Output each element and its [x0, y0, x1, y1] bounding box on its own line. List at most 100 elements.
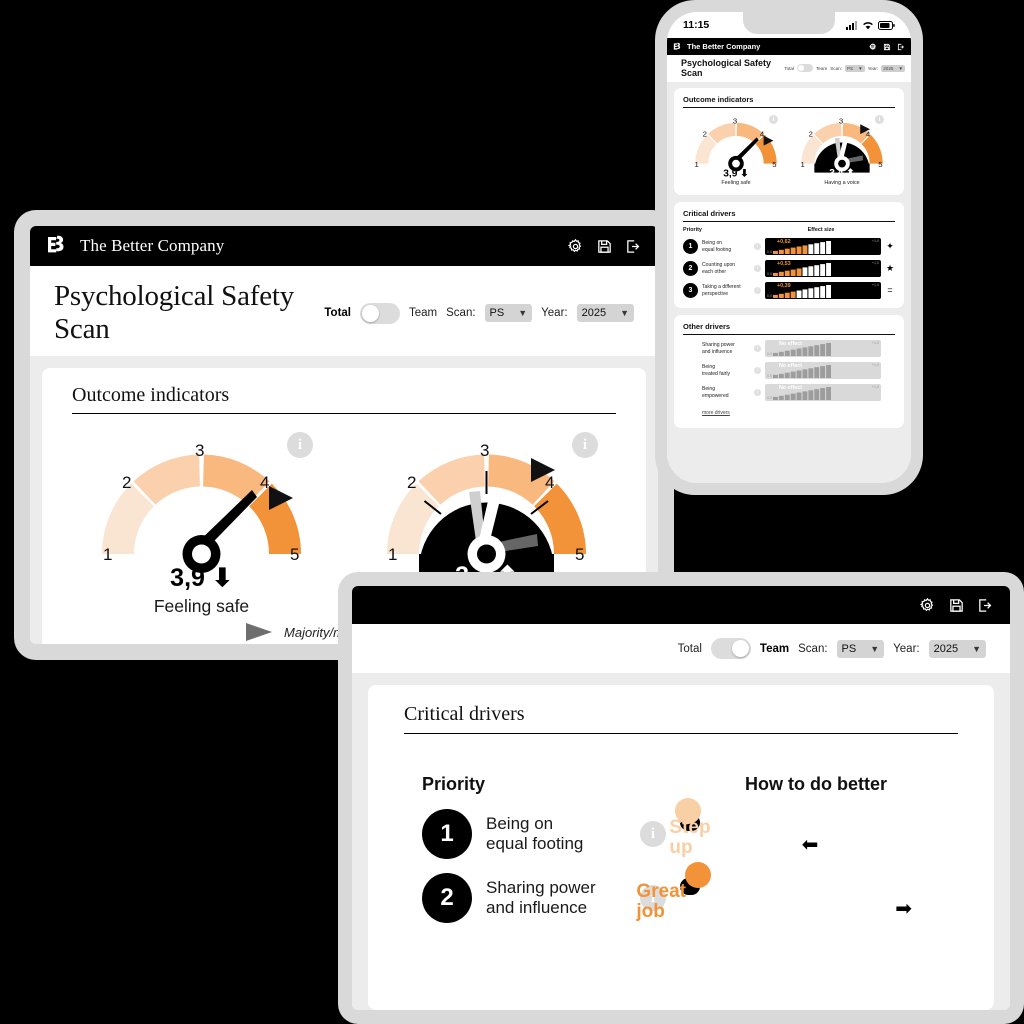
phone-other-row[interactable]: Being treated fairly i 0,0 +1,0 No effect: [683, 362, 895, 379]
critical-driver-row[interactable]: 2 Sharing power and influence i Great job ➡: [394, 861, 968, 923]
phone-other-row[interactable]: Being empowered i 0,0 +1,0 No effect: [683, 384, 895, 401]
wifi-icon: [863, 21, 873, 29]
effect-max-label: +1,0: [871, 385, 879, 389]
total-team-toggle[interactable]: [360, 302, 400, 324]
how-to-do-better-cell: Step up ⬅: [669, 797, 940, 858]
effect-min-label: 0,0: [767, 294, 772, 298]
logout-icon[interactable]: [977, 597, 994, 614]
step-marker: [662, 796, 714, 826]
brand-name: The Better Company: [80, 236, 225, 255]
phone-device-frame: 11:15 The Better Company Psychological S…: [655, 0, 923, 495]
driver-info-icon[interactable]: i: [754, 389, 761, 396]
phone-other-drivers-card: Other drivers Sharing power and influence…: [674, 315, 904, 428]
logout-icon[interactable]: [625, 238, 642, 255]
gauge-info-icon[interactable]: i: [875, 115, 884, 124]
phone-gauge-feeling-safe[interactable]: i 1 2 3 4 5 3,9 ⬇ Feeling safe: [692, 115, 780, 186]
status-indicators: [846, 20, 895, 30]
critical-drivers-card: Critical drivers Priority How to do bett…: [368, 685, 994, 1010]
gauge-info-icon[interactable]: i: [769, 115, 778, 124]
scan-select-value: PS: [841, 642, 857, 655]
phone-other-row[interactable]: Sharing power and influence i 0,0 +1,0 No eff…: [683, 340, 895, 357]
toggle-label-total: Total: [324, 307, 351, 319]
driver-info-icon[interactable]: i: [754, 243, 761, 250]
scan-select[interactable]: PS ▼: [836, 639, 885, 658]
arrow-left-icon: ⬅: [801, 833, 819, 856]
chevron-down-icon: ▼: [972, 643, 981, 654]
phone-topbar: The Better Company: [667, 38, 911, 55]
driver-label: Sharing power and influence: [486, 877, 596, 917]
phone-critical-row[interactable]: 2 Counting upon each other i 0,0 +1,0 +0,53 ★: [683, 260, 895, 277]
trend-symbol-icon: ★: [885, 263, 895, 273]
gauge-tick-5: 5: [290, 545, 299, 564]
effect-max-label: +1,0: [871, 363, 879, 367]
driver-label: Being on equal footing: [702, 239, 732, 253]
driver-label: Sharing power and influence: [702, 341, 735, 355]
gauge-info-icon[interactable]: i: [287, 432, 313, 458]
phone-other-rows: Sharing power and influence i 0,0 +1,0 No eff…: [683, 340, 895, 401]
effect-min-label: 0,0: [767, 250, 772, 254]
settings-gear-icon[interactable]: [869, 42, 877, 51]
svg-text:4: 4: [866, 130, 871, 139]
svg-text:3,9 ⬇: 3,9 ⬇: [723, 169, 749, 180]
phone-critical-row[interactable]: 3 Taking a different perspective i 0,0 +1,0 +0…: [683, 282, 895, 299]
total-team-toggle[interactable]: [796, 64, 813, 72]
chevron-down-icon: ▼: [898, 65, 903, 71]
gauge-feeling-safe[interactable]: i 1 2 3 4 5 3,9 ⬇ Feeling safe: [94, 432, 313, 617]
gauge-info-icon[interactable]: i: [572, 432, 598, 458]
scan-label: Scan:: [446, 307, 476, 319]
chevron-down-icon: ▼: [518, 308, 528, 318]
driver-info-icon[interactable]: i: [754, 287, 761, 294]
chevron-down-icon: ▼: [870, 643, 880, 654]
year-label: Year:: [867, 65, 879, 71]
year-select[interactable]: 2025 ▼: [928, 639, 986, 658]
phone-other-title: Other drivers: [683, 322, 895, 335]
svg-text:1: 1: [800, 160, 804, 169]
driver-info-icon[interactable]: i: [754, 265, 761, 272]
total-team-toggle[interactable]: [710, 638, 751, 659]
settings-gear-icon[interactable]: [567, 238, 584, 255]
tablet-driver-rows: 1 Being on equal footing i Step up ⬅ 2 Sharing …: [394, 797, 968, 923]
phone-critical-drivers-card: Critical drivers Priority Effect size 1B…: [674, 202, 904, 308]
critical-drivers-title: Critical drivers: [404, 703, 958, 734]
col-priority-label: Priority: [683, 227, 702, 233]
driver-info-icon[interactable]: i: [754, 367, 761, 374]
tablet-controls: Total Team Scan: PS ▼ Year: 2025 ▼: [678, 638, 986, 659]
arrow-right-icon: ➡: [895, 897, 912, 920]
effect-size-bar: 0,0 +1,0 No effect: [765, 362, 881, 379]
save-floppy-icon[interactable]: [883, 43, 891, 51]
settings-gear-icon[interactable]: [919, 597, 936, 614]
phone-critical-row[interactable]: 1 Being on equal footing i 0,0 +1,0 +0,62 ✦: [683, 238, 895, 255]
step-progress-bar[interactable]: Step up: [669, 797, 711, 858]
col-how-to-do-better-label: How to do better: [745, 774, 887, 794]
how-to-do-better-cell: Great job ➡: [636, 861, 940, 922]
toggle-knob: [731, 640, 749, 657]
driver-label: Being treated fairly: [702, 363, 731, 377]
driver-info-icon[interactable]: i: [754, 345, 761, 352]
gauge-tick-1: 1: [388, 545, 397, 564]
gauge-having-a-voice-svg: 1 2 3 4 5: [387, 441, 586, 590]
gauge-caption: Feeling safe: [721, 180, 751, 186]
gauge-tick-2: 2: [122, 473, 131, 492]
critical-driver-row[interactable]: 1 Being on equal footing i Step up ⬅: [394, 797, 968, 859]
scan-select[interactable]: PS ▼: [844, 64, 865, 72]
more-drivers-link[interactable]: more drivers: [702, 410, 730, 416]
year-select-value: 2025: [933, 642, 959, 655]
effect-size-bar: 0,0 +1,0 +0,39: [765, 282, 881, 299]
scan-label: Scan:: [798, 642, 828, 655]
chevron-down-icon: ▼: [620, 308, 629, 318]
phone-title-row: Psychological Safety Scan Total Team Sca…: [667, 55, 911, 82]
scan-select[interactable]: PS ▼: [484, 304, 533, 322]
svg-text:3: 3: [733, 116, 737, 125]
phone-gauge-having-a-voice[interactable]: i 1 2 3 4 5 3,4 ⬆ Having a voice: [798, 115, 886, 186]
step-progress-bar[interactable]: Great job: [636, 861, 711, 922]
tablet-device-frame: Total Team Scan: PS ▼ Year: 2025 ▼ Criti…: [338, 572, 1024, 1024]
save-floppy-icon[interactable]: [948, 597, 965, 614]
toggle-label-total: Total: [677, 642, 702, 655]
logout-icon[interactable]: [897, 43, 905, 51]
priority-rank-badge: 2: [683, 261, 698, 276]
save-floppy-icon[interactable]: [596, 238, 613, 255]
status-time: 11:15: [683, 19, 710, 31]
year-select-value: 2025: [581, 307, 607, 319]
year-select[interactable]: 2025 ▼: [576, 304, 634, 322]
year-select[interactable]: 2025 ▼: [881, 64, 905, 72]
